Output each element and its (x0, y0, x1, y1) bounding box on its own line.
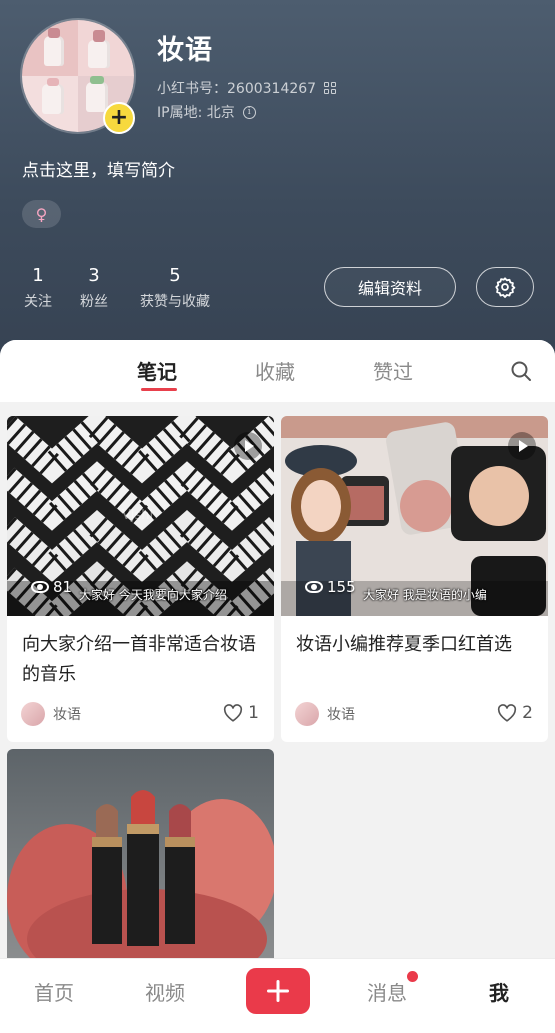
stat-number: 3 (88, 265, 100, 286)
author-avatar (295, 702, 319, 726)
video-subtitle: 大家好 我是妆语的小编 (363, 588, 487, 602)
like-button[interactable]: 2 (497, 703, 533, 723)
gear-icon (495, 277, 516, 298)
bio-placeholder[interactable]: 点击这里，填写简介 (22, 156, 175, 181)
ip-location: IP属地: 北京 (157, 105, 235, 121)
nav-me[interactable]: 我 (489, 977, 509, 1006)
note-cover-video: Vjshi 81 大家好 今天我要向大家介绍 (7, 416, 274, 616)
plus-icon (267, 980, 289, 1002)
avatar-quadrant (22, 76, 78, 132)
info-icon[interactable]: i (242, 105, 256, 119)
note-title: 向大家介绍一首非常适合妆语的音乐 (22, 634, 256, 685)
stat-number: 5 (169, 265, 181, 286)
tab-active-indicator (141, 388, 177, 391)
female-icon: ♀ (35, 204, 48, 224)
ip-location-row: IP属地: 北京 i (157, 102, 256, 122)
nav-video[interactable]: 视频 (145, 977, 185, 1006)
edit-profile-button[interactable]: 编辑资料 (324, 267, 456, 307)
author-name: 妆语 (53, 707, 81, 723)
lipstick-image (7, 749, 274, 969)
watermark: Vjshi (122, 508, 154, 523)
note-author[interactable]: 妆语 (295, 702, 355, 726)
settings-button[interactable] (476, 267, 534, 307)
author-avatar (21, 702, 45, 726)
stat-number: 1 (32, 265, 44, 286)
play-icon (234, 432, 262, 460)
note-card[interactable]: 155 大家好 我是妆语的小编 妆语小编推荐夏季口红首选 妆语 2 (281, 416, 548, 742)
gender-tag: ♀ (22, 200, 61, 228)
avatar-quadrant (22, 20, 78, 76)
stat-followers[interactable]: 3 粉丝 (78, 265, 110, 311)
profile-name: 妆语 (157, 35, 213, 66)
profile-header: + 妆语 小红书号：2600314267 IP属地: 北京 i 点击这里，填写简… (0, 0, 555, 372)
qr-code-icon[interactable] (324, 82, 337, 94)
tab-liked[interactable]: 赞过 (373, 356, 413, 385)
stat-label: 获赞与收藏 (140, 294, 210, 310)
heart-icon (498, 704, 517, 722)
bottom-nav: 首页 视频 消息 我 (0, 958, 555, 1033)
like-count: 2 (522, 703, 533, 723)
nav-home[interactable]: 首页 (34, 977, 74, 1006)
user-id-row[interactable]: 小红书号：2600314267 (157, 78, 337, 98)
stat-following[interactable]: 1 关注 (22, 265, 54, 311)
tab-bar: 笔记 收藏 赞过 (0, 340, 555, 402)
avatar-quadrant (78, 20, 134, 76)
nav-messages[interactable]: 消息 (367, 977, 407, 1006)
author-name: 妆语 (327, 707, 355, 723)
play-icon (508, 432, 536, 460)
view-count: 155 (305, 578, 356, 596)
heart-icon (224, 704, 243, 722)
view-count: 81 (31, 578, 72, 596)
notification-dot (407, 971, 418, 982)
add-avatar-button[interactable]: + (103, 102, 135, 134)
like-count: 1 (248, 703, 259, 723)
note-cover-video: 155 大家好 我是妆语的小编 (281, 416, 548, 616)
note-author[interactable]: 妆语 (21, 702, 81, 726)
stat-label: 粉丝 (80, 294, 108, 310)
view-count-value: 155 (327, 578, 356, 596)
search-icon[interactable] (509, 359, 533, 383)
notes-panel: 笔记 收藏 赞过 Vjshi 81 大家好 今天我要向大家介绍 向大家介绍一首非… (0, 340, 555, 969)
create-post-button[interactable] (246, 968, 310, 1014)
note-title: 妆语小编推荐夏季口红首选 (296, 634, 512, 655)
like-button[interactable]: 1 (223, 703, 259, 723)
note-card[interactable] (7, 749, 274, 969)
video-subtitle: 大家好 今天我要向大家介绍 (79, 588, 227, 602)
tab-notes[interactable]: 笔记 (137, 356, 177, 385)
stat-label: 关注 (24, 294, 52, 310)
tab-collections[interactable]: 收藏 (255, 356, 295, 385)
eye-icon (305, 581, 323, 593)
user-id-label: 小红书号：2600314267 (157, 81, 317, 97)
view-count-value: 81 (53, 578, 73, 596)
stat-likes-collects[interactable]: 5 获赞与收藏 (135, 265, 215, 311)
note-card[interactable]: Vjshi 81 大家好 今天我要向大家介绍 向大家介绍一首非常适合妆语的音乐 … (7, 416, 274, 742)
eye-icon (31, 581, 49, 593)
